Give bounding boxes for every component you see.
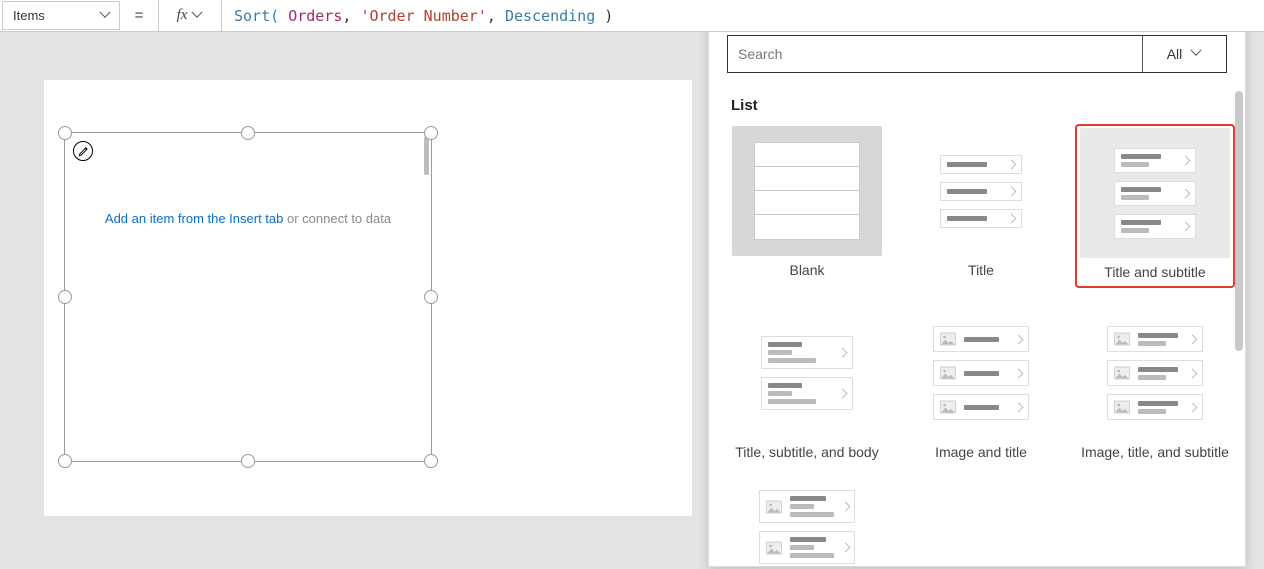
chevron-down-icon [1192, 49, 1202, 59]
layout-card-image-title-subtitle[interactable]: Image, title, and subtitle [1075, 306, 1235, 464]
formula-token-fn: Sort( [234, 7, 288, 25]
layout-thumb [732, 308, 882, 438]
resize-handle[interactable] [58, 126, 72, 140]
resize-handle[interactable] [241, 454, 255, 468]
edit-template-button[interactable] [73, 141, 93, 161]
resize-handle[interactable] [241, 126, 255, 140]
gallery-scrollbar[interactable] [424, 137, 429, 175]
layout-search-row: All [727, 35, 1227, 73]
layout-card-blank[interactable]: Blank [727, 124, 887, 288]
layout-thumb [906, 126, 1056, 256]
property-select[interactable]: Items [2, 1, 120, 30]
layout-thumb [1080, 308, 1230, 438]
gallery-hint-rest: or connect to data [283, 211, 391, 226]
formula-token-field: 'Order Number' [360, 7, 486, 25]
pencil-icon [78, 146, 89, 157]
layout-panel: All List Blank [708, 16, 1246, 567]
image-icon [766, 541, 782, 555]
image-icon [940, 400, 956, 414]
formula-token-close: ) [595, 7, 613, 25]
layout-filter-label: All [1167, 46, 1183, 62]
chevron-down-icon [193, 11, 203, 21]
gallery-hint-link[interactable]: Add an item from the Insert tab [105, 211, 283, 226]
resize-handle[interactable] [58, 290, 72, 304]
resize-handle[interactable] [58, 454, 72, 468]
equals-label: = [120, 0, 158, 31]
image-icon [940, 366, 956, 380]
fx-label: fx [177, 7, 188, 24]
formula-token-sep: , [487, 7, 505, 25]
resize-handle[interactable] [424, 126, 438, 140]
layout-card-label: Title and subtitle [1104, 264, 1205, 284]
layout-thumb [906, 308, 1056, 438]
gallery-hint: Add an item from the Insert tab or conne… [65, 211, 431, 226]
layout-card-grid: Blank Title [727, 124, 1235, 564]
layout-thumb [1080, 128, 1230, 258]
formula-token-sep: , [342, 7, 360, 25]
layout-card-partial[interactable] [727, 482, 887, 564]
layout-card-title-subtitle[interactable]: Title and subtitle [1075, 124, 1235, 288]
resize-handle[interactable] [424, 454, 438, 468]
image-icon [766, 500, 782, 514]
formula-token-datasource: Orders [288, 7, 342, 25]
selected-gallery[interactable]: Add an item from the Insert tab or conne… [64, 132, 432, 462]
image-icon [940, 332, 956, 346]
image-icon [1114, 366, 1130, 380]
image-icon [1114, 332, 1130, 346]
formula-token-direction: Descending [505, 7, 595, 25]
layout-panel-body: List Blank [727, 91, 1235, 566]
layout-card-title-subtitle-body[interactable]: Title, subtitle, and body [727, 306, 887, 464]
layout-section-title: List [731, 97, 1235, 114]
layout-search-input[interactable] [728, 36, 1142, 72]
formula-bar: Items = fx Sort( Orders, 'Order Number',… [0, 0, 1264, 32]
property-name: Items [13, 8, 45, 23]
formula-input[interactable]: Sort( Orders, 'Order Number', Descending… [222, 0, 1264, 31]
image-icon [1114, 400, 1130, 414]
layout-thumb [732, 126, 882, 256]
layout-card-label: Title [968, 262, 994, 282]
fx-dropdown[interactable]: fx [158, 0, 222, 31]
layout-card-label: Image, title, and subtitle [1081, 444, 1229, 464]
chevron-down-icon [101, 11, 111, 21]
layout-card-label: Blank [789, 262, 824, 282]
layout-card-image-title[interactable]: Image and title [901, 306, 1061, 464]
layout-thumb [732, 484, 882, 564]
layout-card-title[interactable]: Title [901, 124, 1061, 288]
layout-panel-scrollbar[interactable] [1235, 91, 1243, 351]
layout-card-label: Image and title [935, 444, 1027, 464]
resize-handle[interactable] [424, 290, 438, 304]
layout-filter-dropdown[interactable]: All [1142, 36, 1226, 72]
layout-card-label: Title, subtitle, and body [735, 444, 878, 464]
